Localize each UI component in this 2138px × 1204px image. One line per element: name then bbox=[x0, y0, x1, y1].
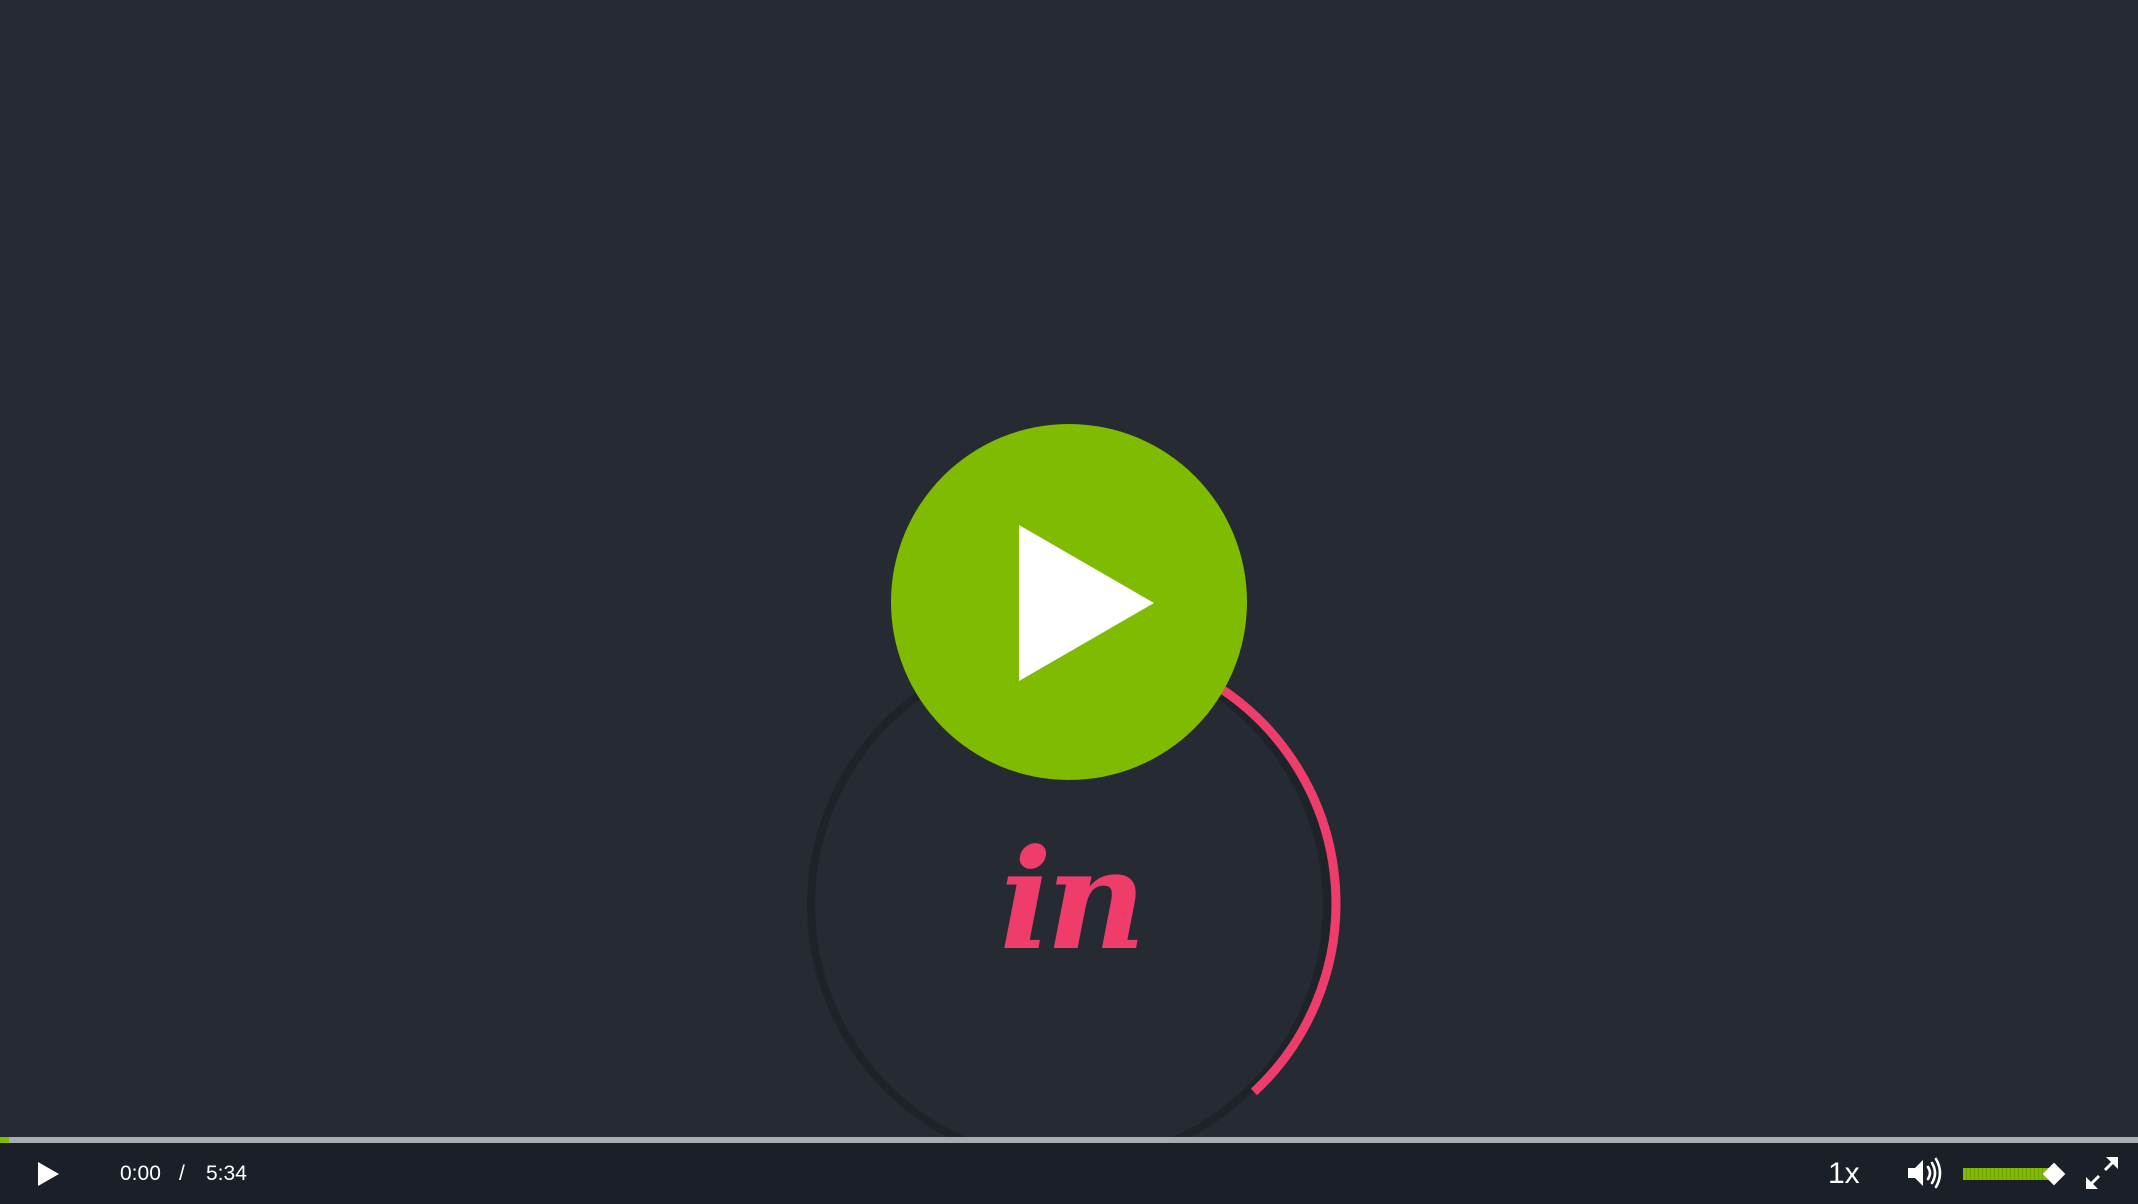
volume-button[interactable] bbox=[1906, 1156, 1944, 1190]
video-player: in 0:00 / 5:34 1x bbox=[0, 0, 2138, 1204]
volume-icon bbox=[1908, 1157, 1942, 1189]
play-icon bbox=[891, 424, 1247, 780]
volume-fill bbox=[1963, 1168, 2054, 1180]
big-play-button[interactable] bbox=[891, 424, 1247, 780]
playback-speed-button[interactable]: 1x bbox=[1828, 1157, 1860, 1191]
volume-slider[interactable] bbox=[1963, 1162, 2066, 1186]
time-separator: / bbox=[179, 1162, 185, 1185]
invision-logo: in bbox=[999, 818, 1147, 981]
fullscreen-icon bbox=[2085, 1156, 2119, 1190]
volume-handle[interactable] bbox=[2042, 1162, 2066, 1186]
control-bar: 0:00 / 5:34 1x bbox=[0, 1143, 2138, 1204]
video-area[interactable]: in bbox=[0, 0, 2138, 1167]
total-time: 5:34 bbox=[206, 1162, 247, 1185]
play-button[interactable] bbox=[30, 1157, 64, 1191]
fullscreen-button[interactable] bbox=[2084, 1155, 2120, 1191]
play-icon bbox=[38, 1162, 59, 1186]
current-time: 0:00 bbox=[120, 1162, 161, 1185]
